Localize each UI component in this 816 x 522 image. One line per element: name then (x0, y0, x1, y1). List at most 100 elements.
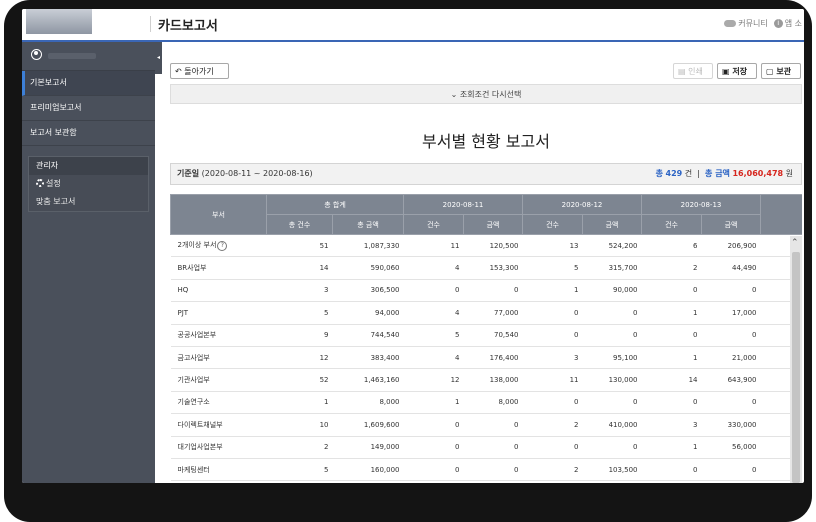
amount-cell: 0 (582, 436, 642, 459)
count-cell: 24 (641, 480, 702, 483)
dept-cell: HQ (170, 279, 267, 303)
amount-cell: 56,000 (701, 436, 761, 459)
count-cell: 102 (266, 480, 333, 483)
scroll-up-icon[interactable]: ⌃ (791, 238, 799, 248)
excel-icon: ▣ (722, 67, 730, 76)
count-cell: 0 (522, 436, 583, 459)
count-cell: 12 (266, 346, 333, 370)
table-row: 기술연구소 1 8,000 1 8,000 0 0 0 0 (170, 391, 802, 415)
admin-title: 관리자 (29, 157, 148, 175)
amount-cell: 138,000 (463, 368, 523, 392)
amount-cell: 94,000 (332, 301, 404, 325)
community-link[interactable]: 커뮤니티 (724, 18, 768, 29)
dept-cell: 기관사업부 (170, 368, 267, 392)
dept-name: 공공사업본부 (177, 331, 217, 340)
back-button[interactable]: ↶ 돌아가기 (170, 63, 229, 79)
amount-cell: 315,700 (582, 256, 642, 280)
table-row: 공공사업본부 9 744,540 5 70,540 0 0 0 0 (170, 324, 802, 347)
amount-cell: 95,100 (582, 346, 642, 370)
user-icon (31, 49, 42, 60)
table-row: 금고사업부 12 383,400 4 176,400 3 95,100 1 21,000 (170, 346, 802, 370)
reselect-condition-label: 조회조건 다시선택 (459, 90, 522, 99)
count-cell: 1 (641, 436, 702, 459)
app-screen: 카드보고서 커뮤니티 i 앱 소 기본보고서 프리미엄보고서 보고서 보관함 관… (22, 9, 804, 483)
count-cell: 2 (522, 413, 583, 437)
count-cell: 1 (522, 279, 583, 303)
amount-cell: 176,400 (463, 346, 523, 370)
table-body: 2개이상 부서? 51 1,087,330 11 120,500 13 524,200 6 20… (170, 234, 802, 483)
amount-cell: 1,014,250 (701, 480, 761, 483)
app-info-link[interactable]: i 앱 소 (773, 18, 802, 29)
dept-name: BR사업부 (177, 264, 207, 273)
print-label: 인쇄 (688, 67, 703, 76)
count-cell: 2 (641, 256, 702, 280)
count-cell: 0 (522, 301, 583, 325)
count-cell: 5 (403, 324, 464, 347)
amount-cell: 206,900 (701, 234, 761, 258)
dept-cell: 금고사업부 (170, 346, 267, 370)
amount-cell: 21,000 (701, 346, 761, 370)
amount-cell: 643,900 (701, 368, 761, 392)
dept-name: 다이렉트채널부 (177, 420, 223, 429)
print-button[interactable]: ▤ 인쇄 (673, 63, 713, 79)
dept-name: 기술연구소 (177, 398, 210, 407)
count-cell: 10 (266, 413, 333, 437)
sidebar-item-premium-report[interactable]: 프리미엄보고서 (22, 96, 155, 121)
criteria-range: (2020-08-11 ~ 2020-08-16) (201, 169, 313, 178)
amount-cell: 120,500 (463, 234, 523, 258)
count-cell: 1 (403, 391, 464, 415)
sidebar-item-basic-report[interactable]: 기본보고서 (22, 71, 155, 96)
count-cell: 6 (641, 234, 702, 258)
save-label: 저장 (732, 67, 748, 76)
table-row: HQ 3 306,500 0 0 1 90,000 0 0 (170, 279, 802, 303)
count-cell: 0 (403, 436, 464, 459)
title-divider (150, 16, 151, 32)
amount-cell: 8,000 (332, 391, 404, 415)
admin-item-custom-report[interactable]: 맞춤 보고서 (29, 193, 148, 211)
amount-unit: 원 (785, 169, 793, 178)
count-unit: 건 (684, 169, 693, 178)
report-table: 부서 총 합계 2020-08-11 2020-08-12 2020-08-13… (170, 194, 802, 483)
amount-cell: 590,060 (332, 256, 404, 280)
top-bar: 카드보고서 커뮤니티 i 앱 소 (22, 9, 804, 42)
company-logo (26, 9, 92, 34)
dept-cell: 미지정 (170, 480, 267, 483)
sub-header: 총 금액 (331, 214, 405, 235)
criteria-bar: 기준일 (2020-08-11 ~ 2020-08-16) 총 429 건 | … (170, 163, 802, 185)
help-icon[interactable]: ? (217, 241, 228, 252)
count-cell: 3 (641, 413, 702, 437)
amount-cell: 0 (582, 301, 642, 325)
count-cell: 4 (403, 301, 464, 325)
amount-cell: 854,470 (582, 480, 642, 483)
amount-cell: 149,000 (332, 436, 404, 459)
sub-header: 금액 (582, 214, 643, 235)
group-header-date: 2020-08-11 (403, 194, 524, 215)
amount-cell: 103,500 (582, 458, 642, 482)
main-content: ↶ 돌아가기 ▤ 인쇄 ▣ 저장 ▢ 보관 ⌄ 조회조건 다시선택 부서별 현황… (170, 42, 804, 483)
table-row: 대기업사업본부 2 149,000 0 0 0 0 1 56,000 (170, 436, 802, 459)
amount-cell: 0 (463, 436, 523, 459)
amount-cell: 383,400 (332, 346, 404, 370)
table-row: 2개이상 부서? 51 1,087,330 11 120,500 13 524,200 6 20… (170, 234, 802, 258)
sidebar-collapse-handle[interactable]: ◂ (155, 42, 162, 74)
total-amount-value: 16,060,478 (732, 169, 784, 178)
user-profile[interactable] (22, 42, 155, 71)
count-cell: 2 (522, 458, 583, 482)
keep-button[interactable]: ▢ 보관 (761, 63, 801, 79)
count-cell: 14 (641, 368, 702, 392)
save-button[interactable]: ▣ 저장 (717, 63, 757, 79)
dept-cell: BR사업부 (170, 256, 267, 280)
amount-cell: 0 (463, 413, 523, 437)
count-cell: 5 (266, 301, 333, 325)
top-links: 커뮤니티 i 앱 소 (724, 18, 802, 29)
amount-cell: 8,000 (463, 391, 523, 415)
reselect-condition-bar[interactable]: ⌄ 조회조건 다시선택 (170, 84, 802, 104)
count-cell: 14 (266, 256, 333, 280)
scrollbar-thumb[interactable] (792, 252, 800, 483)
sidebar-item-report-archive[interactable]: 보고서 보관함 (22, 121, 155, 146)
count-cell: 2 (266, 436, 333, 459)
count-cell: 3 (522, 346, 583, 370)
admin-item-settings[interactable]: 설정 (29, 175, 148, 193)
dept-cell: 대기업사업본부 (170, 436, 267, 459)
sub-header: 금액 (463, 214, 524, 235)
